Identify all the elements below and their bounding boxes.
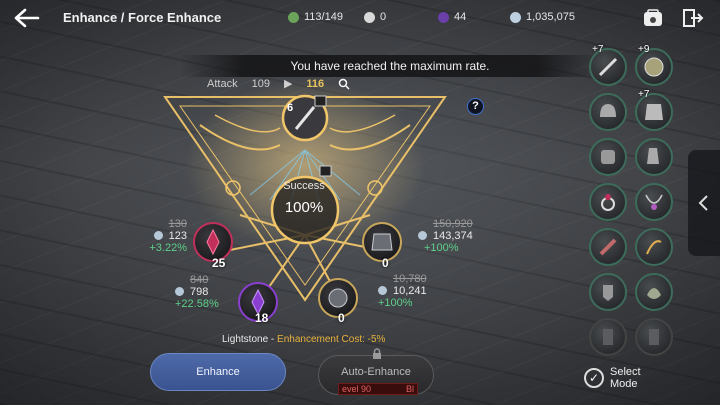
armor-cost-value: 143,374: [433, 230, 473, 242]
purple-bonus: +22.58%: [175, 298, 219, 310]
weapon-old-cost: 10,780: [393, 273, 427, 285]
equipment-slot-empty-a[interactable]: [589, 318, 627, 356]
equipment-slot-necklace[interactable]: [635, 183, 673, 221]
purple-cost-value: 798: [190, 286, 209, 298]
equipment-slot-gloves[interactable]: [589, 138, 627, 176]
red-gem-icon: [206, 228, 220, 256]
purple-old-cost: 840: [190, 274, 209, 286]
equipment-slot-helmet[interactable]: [589, 93, 627, 131]
success-value: 100%: [284, 199, 324, 216]
auto-level-text-right: Bl: [405, 384, 414, 394]
auto-enhance-label: Auto-Enhance: [341, 366, 411, 378]
armor-old-cost: 150,920: [433, 218, 473, 230]
helmet-icon: [600, 104, 616, 117]
chest-armor-icon: [645, 104, 663, 120]
silver-icon: [418, 231, 427, 240]
equipment-slot-shield[interactable]: +9: [635, 44, 673, 86]
chevron-left-icon: [698, 195, 708, 211]
purple-cost: 840 798 +22.58%: [175, 274, 235, 310]
auto-level-text: evel 90: [342, 384, 372, 394]
necklace-icon: [645, 194, 663, 210]
enhancement-cost-label: Enhancement Cost: -5%: [277, 334, 386, 345]
success-display: Success 100%: [273, 180, 335, 216]
equipment-slot-crest[interactable]: [589, 273, 627, 311]
side-panel-toggle[interactable]: [688, 150, 720, 256]
equipment-slot-artifact[interactable]: [635, 273, 673, 311]
slot-level: +9: [638, 44, 650, 55]
lightstone-red-count: 25: [212, 256, 226, 270]
silver-icon: [175, 287, 184, 296]
auto-level-requirement: evel 90 Bl: [338, 383, 418, 395]
slot-level: +7: [638, 89, 650, 100]
shield-icon: [644, 57, 664, 77]
armor-cost: 150,920 143,374 +100%: [418, 218, 488, 254]
crest-icon: [603, 285, 613, 301]
armor-stone-count: 0: [382, 256, 389, 270]
lightstone-label: Lightstone -: [222, 334, 278, 345]
empty-slot-icon: [649, 329, 659, 345]
success-label: Success: [283, 180, 325, 192]
red-old-cost: 130: [168, 218, 187, 230]
red-cost-value: 123: [168, 230, 187, 242]
lightstone-cost-line: Lightstone - Enhancement Cost: -5%: [222, 334, 385, 345]
belt-icon: [646, 240, 662, 255]
boots-icon: [647, 148, 659, 164]
equipment-slot-earring[interactable]: [589, 228, 627, 266]
weapon-bonus: +100%: [378, 297, 413, 309]
equipment-slot-ring[interactable]: [589, 183, 627, 221]
lock-icon: [373, 348, 381, 359]
red-bonus: +3.22%: [149, 242, 187, 254]
lightstone-purple-count: 18: [255, 311, 269, 325]
armor-stone-icon: [371, 233, 393, 251]
gloves-icon: [601, 150, 615, 164]
armor-bonus: +100%: [424, 242, 459, 254]
select-mode-label: Select Mode: [610, 366, 641, 390]
check-circle-icon: ✓: [584, 368, 604, 388]
equipment-slot-belt[interactable]: [635, 228, 673, 266]
empty-slot-icon: [603, 329, 613, 345]
ring-icon: [601, 194, 615, 211]
earring-icon: [599, 238, 617, 256]
red-cost: 130 123 +3.22%: [132, 218, 187, 254]
sword-icon: [598, 57, 618, 77]
equipment-slot-empty-b[interactable]: [635, 318, 673, 356]
select-mode-toggle[interactable]: ✓ Select Mode: [584, 366, 650, 390]
artifact-icon: [647, 288, 661, 299]
silver-icon: [378, 286, 387, 295]
silver-icon: [153, 231, 163, 240]
equipment-slot-boots[interactable]: [635, 138, 673, 176]
weapon-cost: 10,780 10,241 +100%: [378, 273, 438, 309]
equipment-slot-sword[interactable]: +7: [589, 44, 627, 86]
enhance-button[interactable]: Enhance: [150, 353, 286, 391]
equipment-slot-chest[interactable]: +7: [635, 89, 673, 131]
weapon-stone-count: 0: [338, 311, 345, 325]
auto-enhance-button[interactable]: Auto-Enhance evel 90 Bl: [318, 348, 434, 395]
weapon-cost-value: 10,241: [393, 285, 427, 297]
enhance-screen: Enhance / Force Enhance 113/149 0 44 1,0…: [0, 0, 720, 405]
slot-level: +7: [592, 44, 604, 55]
equipment-level: 6: [287, 102, 294, 114]
